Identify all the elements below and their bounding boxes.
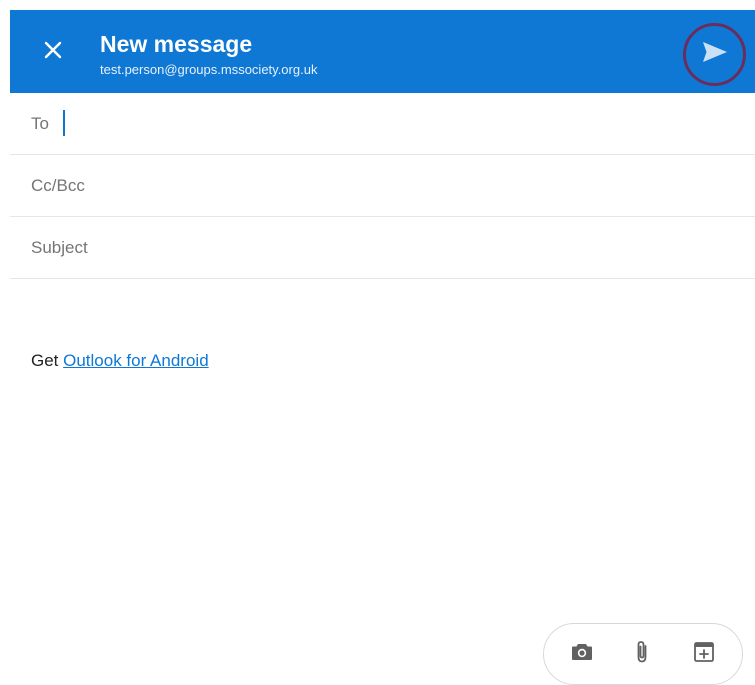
add-event-button[interactable]: [690, 640, 718, 668]
close-icon: [44, 41, 62, 64]
message-body[interactable]: Get Outlook for Android: [31, 350, 209, 372]
cc-bcc-field[interactable]: Cc/Bcc: [10, 155, 755, 218]
cc-bcc-input[interactable]: [10, 155, 755, 218]
attach-file-button[interactable]: [628, 640, 656, 668]
camera-icon: [571, 642, 593, 667]
send-button[interactable]: [683, 23, 746, 86]
add-event-icon: [693, 641, 715, 668]
camera-button[interactable]: [568, 640, 596, 668]
close-button[interactable]: [36, 35, 70, 69]
compose-toolbar: [543, 623, 743, 685]
page-title: New message: [100, 31, 253, 57]
to-field[interactable]: To: [10, 93, 755, 156]
to-input[interactable]: [10, 93, 755, 156]
send-icon: [702, 41, 728, 68]
outlook-android-link[interactable]: Outlook for Android: [63, 351, 209, 370]
compose-header: New message test.person@groups.mssociety…: [10, 10, 755, 93]
subject-field[interactable]: Subject: [10, 217, 755, 280]
subject-input[interactable]: [10, 217, 755, 280]
sender-account: test.person@groups.mssociety.org.uk: [100, 62, 318, 77]
signature-prefix: Get: [31, 351, 64, 370]
attachment-icon: [635, 640, 649, 669]
